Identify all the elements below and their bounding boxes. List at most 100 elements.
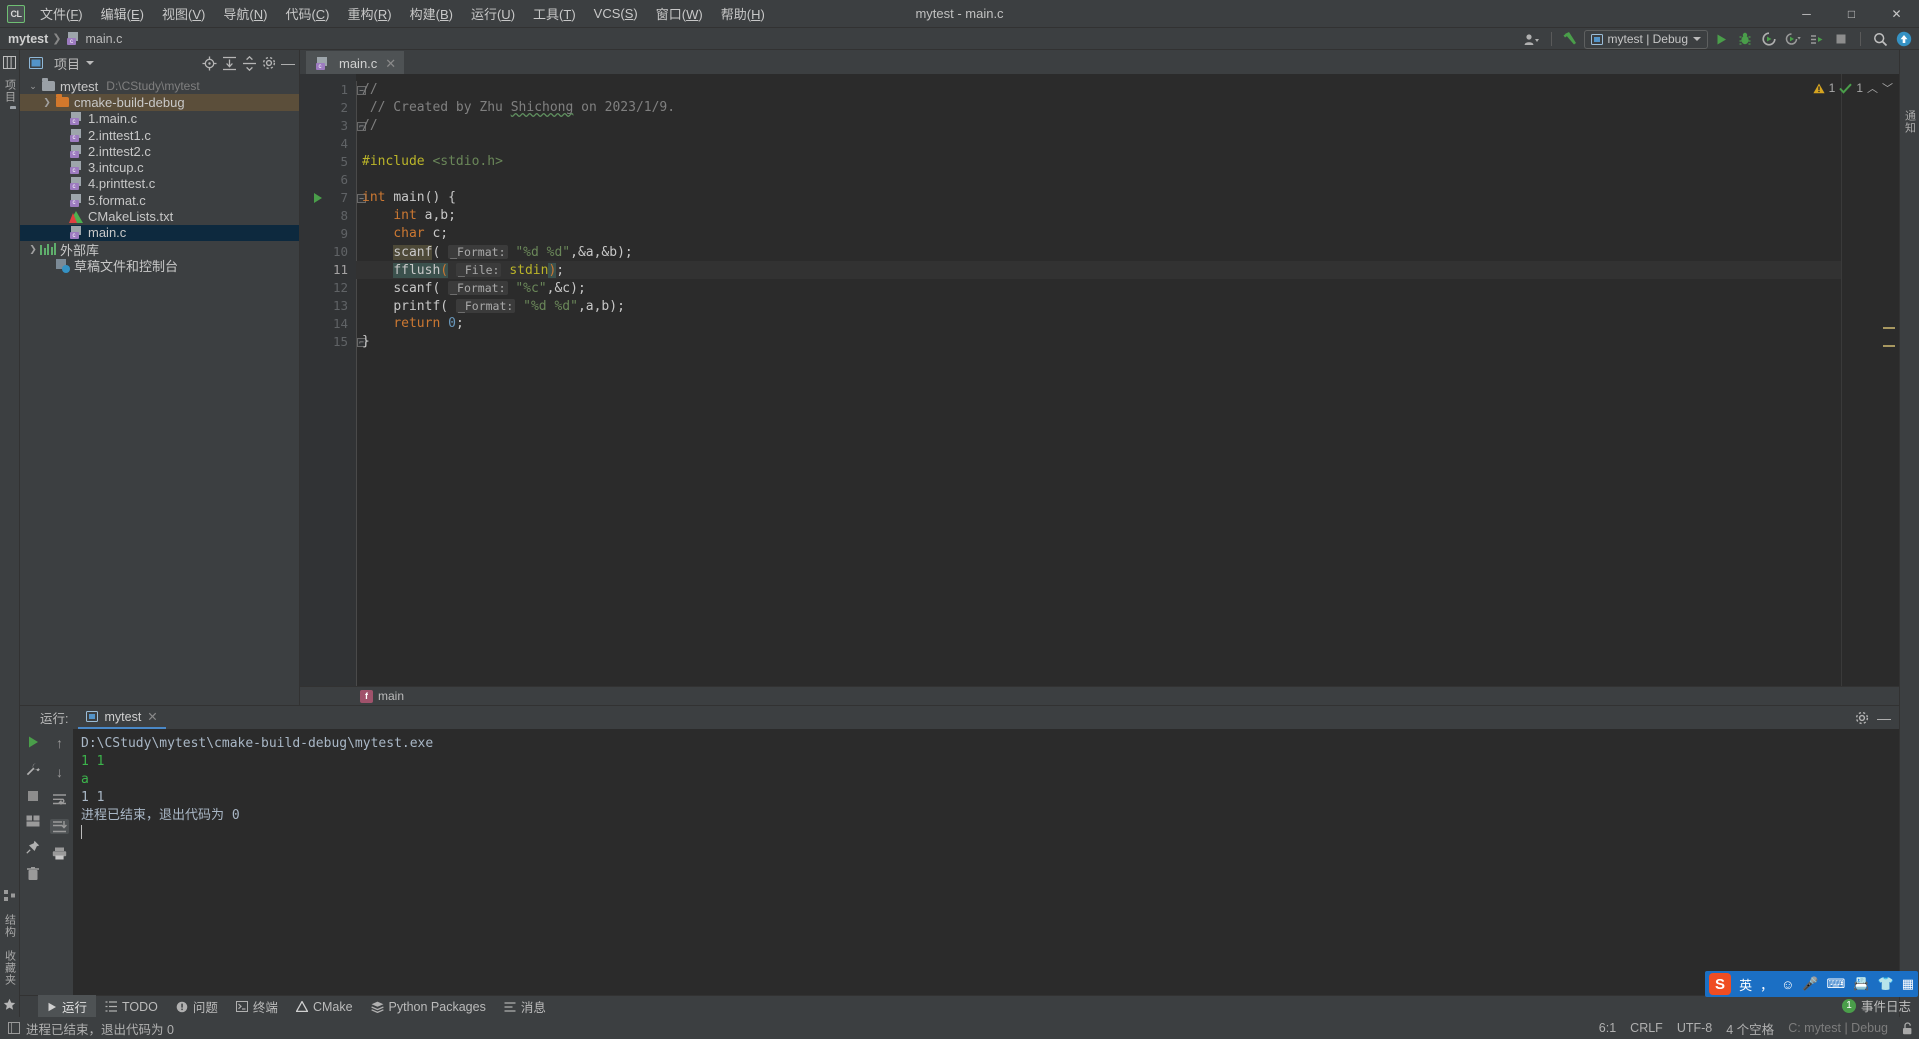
search-icon[interactable] [1869, 29, 1891, 49]
tree-node[interactable]: ⌄ mytest D:\CStudy\mytest [20, 78, 299, 94]
run-configuration-selector[interactable]: mytest | Debug [1583, 29, 1708, 49]
tree-node[interactable]: ❯ cmake-build-debug [20, 94, 299, 111]
menu-item-8[interactable]: 工具(T) [524, 1, 585, 26]
project-panel-chevron-icon[interactable] [86, 61, 95, 65]
expand-all-icon[interactable] [222, 56, 237, 71]
line-number[interactable]: 3 ⌐ [300, 117, 366, 135]
tool-window-button-6[interactable]: 消息 [495, 995, 555, 1018]
menu-item-4[interactable]: 代码(C) [276, 1, 338, 26]
code-line[interactable]: return 0; [356, 315, 1841, 333]
tool-window-button-0[interactable]: 运行 [38, 995, 97, 1018]
code-line[interactable]: char c; [356, 225, 1841, 243]
rail-project-label[interactable]: 项目 [2, 79, 18, 103]
breadcrumb-function-label[interactable]: main [378, 689, 404, 703]
debug-button[interactable] [1734, 29, 1756, 49]
settings-gear-icon[interactable] [1855, 711, 1869, 725]
tree-node[interactable]: CMakeLists.txt [20, 208, 299, 224]
hide-panel-icon[interactable]: — [281, 56, 295, 70]
tree-node[interactable]: c 2.inttest1.c [20, 127, 299, 143]
next-problem-icon[interactable]: ﹀ [1882, 80, 1893, 96]
ime-item-2[interactable]: ☺ [1781, 977, 1794, 992]
tree-node[interactable]: c 2.inttest2.c [20, 143, 299, 159]
rail-structure-label[interactable]: 结构 [2, 914, 18, 938]
stop-button[interactable] [27, 790, 39, 802]
tool-window-button-4[interactable]: CMake [287, 998, 362, 1016]
tool-window-button-1[interactable]: TODO [96, 998, 167, 1016]
rerun-button[interactable] [26, 735, 40, 749]
tree-node[interactable]: c 3.intcup.c [20, 159, 299, 175]
code-line[interactable]: #include <stdio.h> [356, 153, 1841, 171]
chevron-icon[interactable]: ❯ [26, 244, 40, 255]
console-output[interactable]: D:\CStudy\mytest\cmake-build-debug\mytes… [73, 729, 1899, 995]
breadcrumb-project[interactable]: mytest [8, 32, 48, 46]
line-number[interactable]: 12 [300, 279, 356, 297]
update-available-icon[interactable] [1893, 29, 1915, 49]
editor-markers-pane[interactable]: 1 1 ︿ ﹀ [1813, 74, 1899, 686]
editor-marker[interactable] [1883, 327, 1895, 329]
code-line[interactable]: int main() { [356, 189, 1841, 207]
tree-node[interactable]: 草稿文件和控制台 [20, 257, 299, 274]
line-number[interactable]: 14 [300, 315, 356, 333]
code-line[interactable] [356, 135, 1841, 153]
soft-wrap-icon[interactable] [52, 793, 67, 806]
tool-window-button-5[interactable]: Python Packages [362, 998, 495, 1016]
rail-structure-icon[interactable] [3, 890, 16, 902]
editor-gutter[interactable]: 1−2 3 ⌐ 4 5 6 7−8 9 10 11 12 13 14 15 ⌐ [300, 74, 366, 686]
hide-panel-icon[interactable]: — [1877, 711, 1891, 725]
rail-project-icon[interactable] [3, 56, 16, 69]
lock-icon[interactable] [1902, 1021, 1913, 1035]
code-line[interactable]: scanf( _Format: "%d %d",&a,&b); [356, 243, 1841, 261]
select-opened-file-icon[interactable] [202, 56, 217, 71]
minimize-button[interactable]: ─ [1784, 0, 1829, 28]
scroll-to-end-icon[interactable] [50, 819, 69, 834]
collapse-all-icon[interactable] [242, 55, 257, 71]
menu-item-11[interactable]: 帮助(H) [712, 1, 774, 26]
code-line[interactable]: // [356, 81, 1841, 99]
tree-node[interactable]: c main.c [20, 224, 299, 241]
prev-problem-icon[interactable]: ︿ [1867, 80, 1878, 96]
line-number[interactable]: 8 [300, 207, 356, 225]
inspection-widget[interactable]: 1 1 ︿ ﹀ [1813, 80, 1893, 96]
close-icon[interactable]: ✕ [385, 56, 396, 72]
rail-favorites-star-icon[interactable] [3, 998, 16, 1011]
code-line[interactable]: // [356, 117, 1841, 135]
close-icon[interactable]: ✕ [147, 709, 157, 724]
branch-indicator[interactable]: C: mytest | Debug [1788, 1021, 1888, 1035]
file-encoding[interactable]: UTF-8 [1677, 1021, 1712, 1035]
tree-node[interactable]: ❯ 外部库 [20, 241, 299, 258]
code-line[interactable]: } [356, 333, 1841, 351]
tree-node[interactable]: c 4.printtest.c [20, 176, 299, 192]
line-number[interactable]: 2 [300, 99, 356, 117]
line-number[interactable]: 1− [300, 81, 366, 99]
edit-configuration-icon[interactable] [26, 762, 41, 777]
ime-item-1[interactable]: ， [1760, 975, 1773, 994]
run-tab-mytest[interactable]: mytest ✕ [78, 707, 166, 729]
build-hammer-icon[interactable] [1560, 29, 1582, 49]
code-line[interactable]: // Created by Zhu Shichong on 2023/1/9. [356, 99, 1841, 117]
code-editor[interactable]: 1−2 3 ⌐ 4 5 6 7−8 9 10 11 12 13 14 15 ⌐ // // Created … [300, 74, 1899, 686]
pin-icon[interactable] [26, 840, 40, 854]
menu-item-5[interactable]: 重构(R) [339, 1, 401, 26]
indent-setting[interactable]: 4 个空格 [1726, 1019, 1774, 1038]
sogou-logo-icon[interactable]: S [1709, 973, 1732, 995]
breadcrumb-file[interactable]: c main.c [66, 32, 122, 46]
rail-notifications-label[interactable]: 通知 [1902, 110, 1918, 134]
line-number[interactable]: 15 ⌐ [300, 333, 366, 351]
line-number[interactable]: 9 [300, 225, 356, 243]
line-number[interactable]: 13 [300, 297, 356, 315]
user-account-icon[interactable] [1521, 29, 1543, 49]
menu-item-0[interactable]: 文件(F) [31, 1, 92, 26]
run-button[interactable] [1710, 29, 1732, 49]
code-line[interactable] [356, 171, 1841, 189]
menu-item-3[interactable]: 导航(N) [214, 1, 276, 26]
ime-item-0[interactable]: 英 [1739, 975, 1752, 994]
tree-node[interactable]: c 5.format.c [20, 192, 299, 208]
editor-tab-main-c[interactable]: c main.c ✕ [306, 51, 405, 74]
ime-item-6[interactable]: 👕 [1878, 976, 1894, 992]
menu-item-10[interactable]: 窗口(W) [647, 1, 712, 26]
code-line[interactable]: int a,b; [356, 207, 1841, 225]
chevron-icon[interactable]: ❯ [40, 97, 54, 108]
tool-window-button-3[interactable]: 终端 [227, 995, 287, 1018]
stop-button[interactable] [1830, 29, 1852, 49]
menu-item-1[interactable]: 编辑(E) [92, 1, 153, 26]
